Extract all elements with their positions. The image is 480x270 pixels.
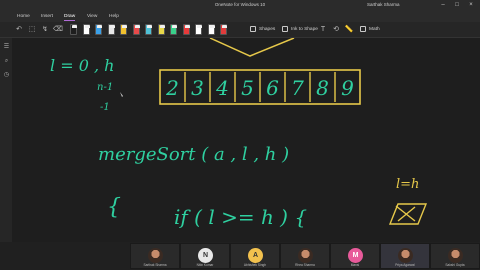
- minimize-icon[interactable]: –: [438, 1, 448, 10]
- ink-minus-one: -1: [100, 102, 110, 113]
- pen-icon[interactable]: [170, 24, 177, 35]
- tab-view[interactable]: View: [87, 14, 97, 19]
- participant-name: Mansi: [350, 263, 360, 267]
- ribbon-tabs: Home Insert Draw View Help: [0, 12, 480, 22]
- shapes-button[interactable]: Shapes: [259, 27, 275, 32]
- participant-name: Sakshi Gupta: [445, 263, 465, 267]
- pen-icon[interactable]: [70, 24, 77, 35]
- search-icon[interactable]: ⌕: [3, 58, 10, 65]
- ink-l-zero-h: l = 0 , h: [50, 56, 114, 75]
- avatar: A: [248, 248, 263, 263]
- ink-to-shape-icon[interactable]: [282, 26, 288, 32]
- pen-icon[interactable]: [182, 24, 190, 35]
- pen-icon[interactable]: [207, 24, 215, 35]
- participant-tile[interactable]: N Nitin Kumar: [180, 243, 230, 269]
- ink-to-shape-button[interactable]: Ink to Shape: [291, 27, 318, 32]
- avatar: M: [348, 248, 363, 263]
- close-icon[interactable]: ×: [466, 1, 476, 10]
- pen-icon[interactable]: [195, 24, 202, 35]
- maximize-icon[interactable]: □: [452, 1, 462, 10]
- window-title: OneNote for Windows 10: [214, 2, 266, 7]
- participant-strip: Sarthak Sharma N Nitin Kumar A Abhishek Sing…: [0, 242, 480, 270]
- ink-l-equals-h: l=h: [396, 177, 419, 192]
- array-cell-value: 7: [291, 76, 304, 100]
- title-bar: OneNote for Windows 10 Sarthak Sharma – …: [0, 0, 480, 12]
- participant-tile[interactable]: M Mansi: [330, 243, 380, 269]
- participant-tile[interactable]: Sarthak Sharma: [130, 243, 180, 269]
- ink-layer: 23456789 l = 0 , h n-1 -1 mergeSort ( a …: [50, 38, 428, 229]
- pen-icon[interactable]: [132, 24, 140, 35]
- pen-icon[interactable]: [95, 24, 102, 35]
- tab-home[interactable]: Home: [17, 14, 30, 19]
- pen-icon[interactable]: [157, 24, 165, 35]
- array-cell-value: 6: [266, 76, 279, 100]
- recent-notes-icon[interactable]: ◷: [3, 72, 10, 79]
- participant-name: Priya Agarwal: [395, 263, 415, 267]
- lasso-icon[interactable]: ↯: [40, 25, 50, 35]
- undo-icon[interactable]: ↶: [14, 25, 24, 35]
- array-cell-value: 8: [316, 76, 329, 100]
- avatar: [148, 248, 163, 263]
- array-cell-value: 3: [191, 76, 204, 100]
- ink-connector-lines: [209, 38, 295, 57]
- avatar: [298, 248, 313, 263]
- ruler-icon[interactable]: 📏: [344, 25, 354, 35]
- math-button[interactable]: Math: [369, 27, 380, 32]
- shapes-icon[interactable]: [250, 26, 256, 32]
- draw-toolbar: ↶ ⬚ ↯ ⌫ Shapes Ink to Shape T ⟲ 📏 Math: [0, 22, 480, 38]
- notebooks-icon[interactable]: ☰: [3, 44, 10, 51]
- avatar: N: [198, 248, 213, 263]
- participant-name: Abhishek Singh: [243, 263, 267, 267]
- tab-help[interactable]: Help: [109, 14, 119, 19]
- tab-draw[interactable]: Draw: [64, 14, 76, 21]
- participant-name: Nitin Kumar: [196, 263, 214, 267]
- participant-name: Sarthak Sharma: [143, 263, 167, 267]
- ink-base-case-box: [388, 203, 428, 225]
- avatar: [398, 248, 413, 263]
- pen-icon[interactable]: [107, 24, 115, 35]
- array-cell-value: 5: [241, 76, 254, 100]
- array-cell-value: 4: [215, 76, 229, 100]
- pen-cursor-icon: [120, 92, 123, 97]
- ink-to-text-icon[interactable]: T: [318, 25, 328, 35]
- pen-icon[interactable]: [145, 24, 152, 35]
- page-canvas[interactable]: 23456789 l = 0 , h n-1 -1 mergeSort ( a …: [12, 38, 480, 242]
- pen-icon[interactable]: [220, 24, 227, 35]
- participant-tile[interactable]: Priya Agarwal: [380, 243, 430, 269]
- ink-n-minus-1: n-1: [97, 82, 113, 93]
- pen-icon[interactable]: [120, 24, 127, 35]
- array-cell-value: 9: [341, 76, 354, 100]
- array-cell-value: 2: [165, 76, 179, 100]
- array-box: 23456789: [159, 69, 361, 105]
- participant-tile[interactable]: Rhea Sharma: [280, 243, 330, 269]
- eraser-icon[interactable]: ⌫: [53, 25, 63, 35]
- ink-open-brace: {: [107, 195, 121, 220]
- participant-tile[interactable]: A Abhishek Singh: [230, 243, 280, 269]
- replay-icon[interactable]: ⟲: [331, 25, 341, 35]
- participant-name: Rhea Sharma: [295, 263, 315, 267]
- select-icon[interactable]: ⬚: [27, 25, 37, 35]
- tab-insert[interactable]: Insert: [41, 14, 53, 19]
- user-name[interactable]: Sarthak Sharma: [367, 2, 400, 7]
- avatar: [448, 248, 463, 263]
- ink-if-condition: if ( l >= h ) {: [174, 205, 307, 229]
- ink-merge-sort-call: mergeSort ( a , l , h ): [98, 144, 289, 165]
- participant-tile[interactable]: Sakshi Gupta: [430, 243, 480, 269]
- math-icon[interactable]: [360, 26, 366, 32]
- pen-icon[interactable]: [82, 24, 90, 35]
- left-navigation-rail: ☰ ⌕ ◷: [0, 38, 12, 242]
